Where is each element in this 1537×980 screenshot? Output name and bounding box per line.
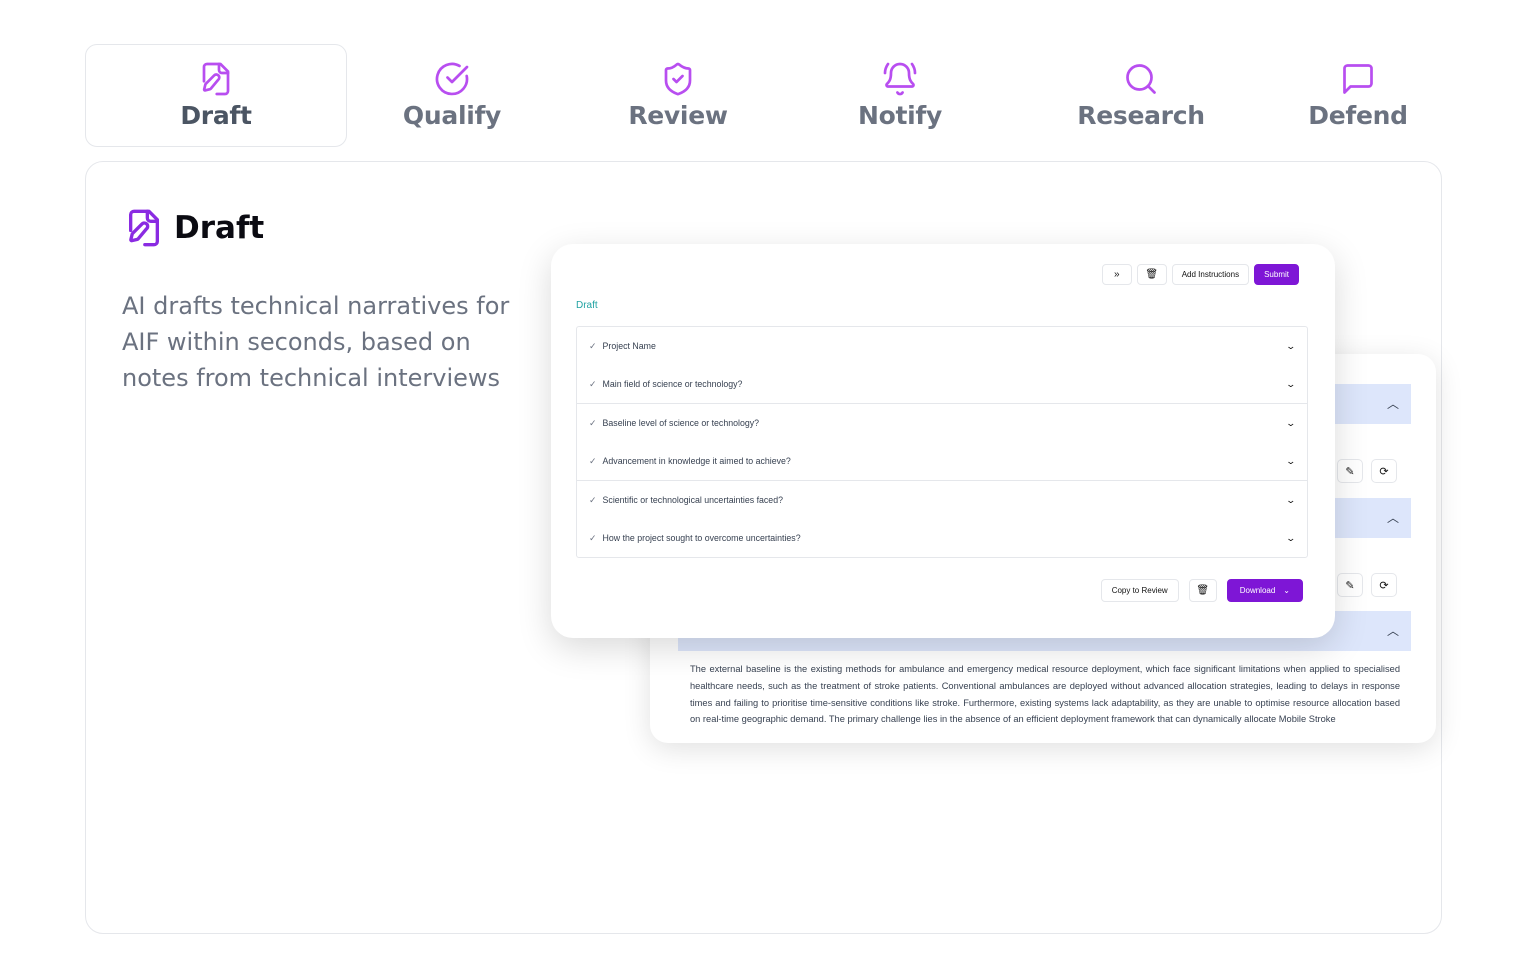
regenerate-button[interactable]: ⟳ [1371, 573, 1397, 597]
trash-icon: 🗑 [1196, 585, 1210, 596]
chevron-down-icon: ⌄ [1285, 494, 1297, 505]
section-label[interactable]: Draft [576, 300, 598, 311]
card-title: Draft [124, 206, 264, 250]
question-text: Main field of science or technology? [602, 379, 743, 389]
chevron-down-icon: ⌄ [1285, 455, 1297, 466]
question-group: ✓ Scientific or technological uncertainti… [577, 481, 1307, 557]
pencil-icon: ✎ [1345, 465, 1355, 478]
message-square-icon [1343, 64, 1373, 94]
question-group: ✓ Project Name ⌄ ✓ Main field of science or… [577, 327, 1307, 404]
check-icon: ✓ [589, 494, 597, 505]
bell-ring-icon [883, 62, 917, 96]
chevrons-down-icon: » [1113, 269, 1120, 280]
submit-button[interactable]: Submit [1254, 264, 1299, 285]
collapse-all-button[interactable]: » [1101, 264, 1132, 285]
card-description: AI drafts technical narratives for AIF w… [122, 292, 510, 392]
tab-draft[interactable]: Draft [85, 44, 347, 147]
edit-button[interactable]: ✎ [1337, 573, 1363, 597]
question-list: ✓ Project Name ⌄ ✓ Main field of science or… [576, 326, 1308, 558]
download-button[interactable]: Download ⌄ [1226, 579, 1303, 602]
check-icon: ✓ [589, 455, 597, 466]
refresh-icon: ⟳ [1379, 465, 1389, 478]
delete-button[interactable]: 🗑 [1136, 264, 1167, 285]
question-text: Advancement in knowledge it aimed to ach… [602, 456, 791, 466]
file-pen-icon [202, 62, 230, 96]
chevron-down-icon: ⌄ [1285, 340, 1297, 351]
edit-button[interactable]: ✎ [1337, 459, 1363, 483]
card-heading: Draft [174, 210, 265, 246]
question-row[interactable]: ✓ Baseline level of science or technology… [577, 404, 1307, 442]
tab-qualify[interactable]: Qualify [342, 44, 562, 147]
trash-icon: 🗑 [1145, 269, 1159, 280]
feature-tabs: Draft Qualify Review Notify Research Def… [85, 44, 1442, 147]
tab-label: Defend [1308, 101, 1408, 130]
search-icon [1126, 64, 1156, 94]
check-icon: ✓ [589, 532, 597, 543]
delete-button[interactable]: 🗑 [1188, 579, 1217, 602]
check-icon: ✓ [589, 378, 597, 389]
question-text: Scientific or technological uncertaintie… [602, 495, 783, 505]
question-text: Baseline level of science or technology? [602, 418, 760, 428]
feature-card: Draft AI drafts technical narratives for… [85, 161, 1442, 934]
tab-notify[interactable]: Notify [790, 44, 1010, 147]
narrative-text: The external baseline is the existing me… [690, 664, 1400, 725]
file-pen-icon [129, 209, 159, 247]
download-label: Download [1239, 586, 1276, 595]
tab-review[interactable]: Review [568, 44, 788, 147]
chevron-up-icon: ︿ [1386, 397, 1399, 411]
tab-label: Notify [858, 101, 942, 130]
draft-toolbar: » 🗑 Add Instructions Submit [1101, 264, 1299, 285]
chevron-down-icon: ⌄ [1285, 378, 1297, 389]
question-row[interactable]: ✓ Main field of science or technology? ⌄ [577, 365, 1307, 403]
question-row[interactable]: ✓ Advancement in knowledge it aimed to ac… [577, 442, 1307, 480]
draft-panel-preview: » 🗑 Add Instructions Submit Draft ✓ Proje… [551, 244, 1335, 638]
refresh-icon: ⟳ [1379, 579, 1389, 592]
tab-label: Research [1077, 101, 1205, 130]
question-text: How the project sought to overcome uncer… [602, 533, 801, 543]
tab-defend[interactable]: Defend [1248, 44, 1468, 147]
tab-label: Qualify [402, 101, 502, 130]
copy-to-review-button[interactable]: Copy to Review [1100, 579, 1179, 602]
chevron-down-icon: ⌄ [1285, 532, 1297, 543]
check-icon: ✓ [589, 417, 597, 428]
question-group: ✓ Baseline level of science or technology… [577, 404, 1307, 481]
question-row[interactable]: ✓ Scientific or technological uncertainti… [577, 481, 1307, 519]
tab-label: Draft [180, 101, 252, 130]
regenerate-button[interactable]: ⟳ [1371, 459, 1397, 483]
tab-label: Review [628, 101, 728, 130]
question-row[interactable]: ✓ How the project sought to overcome unce… [577, 519, 1307, 557]
chevron-up-icon: ︿ [1386, 624, 1399, 638]
tab-research[interactable]: Research [1031, 44, 1251, 147]
check-circle-icon [435, 62, 469, 96]
chevron-up-icon: ︿ [1386, 511, 1399, 525]
chevron-down-icon: ⌄ [1285, 417, 1297, 428]
check-icon: ✓ [589, 340, 597, 351]
shield-check-icon [664, 62, 692, 96]
pencil-icon: ✎ [1345, 579, 1355, 592]
chevron-down-icon: ⌄ [1283, 586, 1290, 595]
draft-footer: Copy to Review 🗑 Download ⌄ [1100, 579, 1303, 602]
add-instructions-button[interactable]: Add Instructions [1171, 264, 1250, 285]
question-text: Project Name [602, 341, 656, 351]
question-row[interactable]: ✓ Project Name ⌄ [577, 327, 1307, 365]
